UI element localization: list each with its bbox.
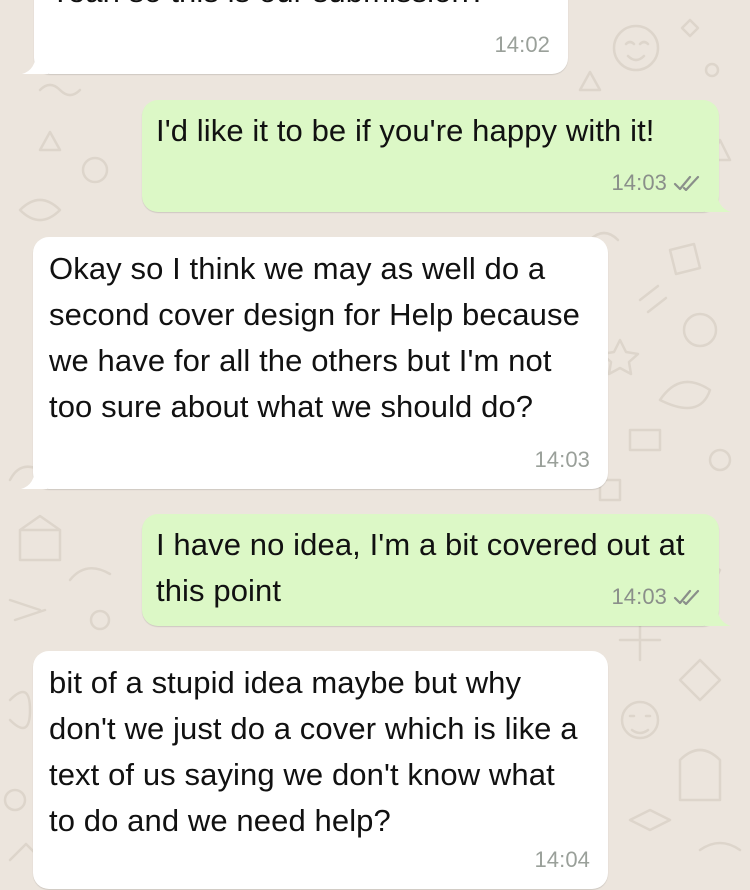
- conversation-area[interactable]: Yeah so this is our submission? 14:02 I'…: [0, 0, 750, 890]
- message-meta: 14:02: [494, 22, 550, 68]
- message-text: Okay so I think we may as well do a seco…: [49, 251, 580, 424]
- message-bubble-outgoing[interactable]: I have no idea, I'm a bit covered out at…: [142, 514, 731, 626]
- message-bubble-incoming[interactable]: Okay so I think we may as well do a seco…: [21, 237, 608, 489]
- message-meta: 14:04: [534, 837, 590, 883]
- message-bubble-incoming[interactable]: Yeah so this is our submission? 14:02: [22, 0, 568, 74]
- bubble-tail: [705, 190, 731, 212]
- message-text: Yeah so this is our submission?: [50, 0, 548, 15]
- message-timestamp: 14:02: [494, 32, 550, 57]
- message-timestamp: 14:03: [611, 170, 667, 195]
- message-bubble-incoming[interactable]: bit of a stupid idea maybe but why don't…: [33, 651, 608, 889]
- bubble-tail: [705, 604, 731, 626]
- message-text: bit of a stupid idea maybe but why don't…: [49, 665, 578, 838]
- message-bubble-outgoing[interactable]: I'd like it to be if you're happy with i…: [142, 100, 731, 212]
- message-meta: 14:03: [611, 574, 701, 620]
- read-double-check-icon: [673, 589, 701, 605]
- message-text: I'd like it to be if you're happy with i…: [156, 113, 655, 148]
- message-meta: 14:03: [611, 160, 701, 206]
- message-meta: 14:03: [534, 437, 590, 483]
- bubble-tail: [22, 52, 48, 74]
- bubble-tail: [21, 467, 47, 489]
- message-timestamp: 14:03: [534, 447, 590, 472]
- message-timestamp: 14:04: [534, 847, 590, 872]
- read-double-check-icon: [673, 175, 701, 191]
- message-timestamp: 14:03: [611, 584, 667, 609]
